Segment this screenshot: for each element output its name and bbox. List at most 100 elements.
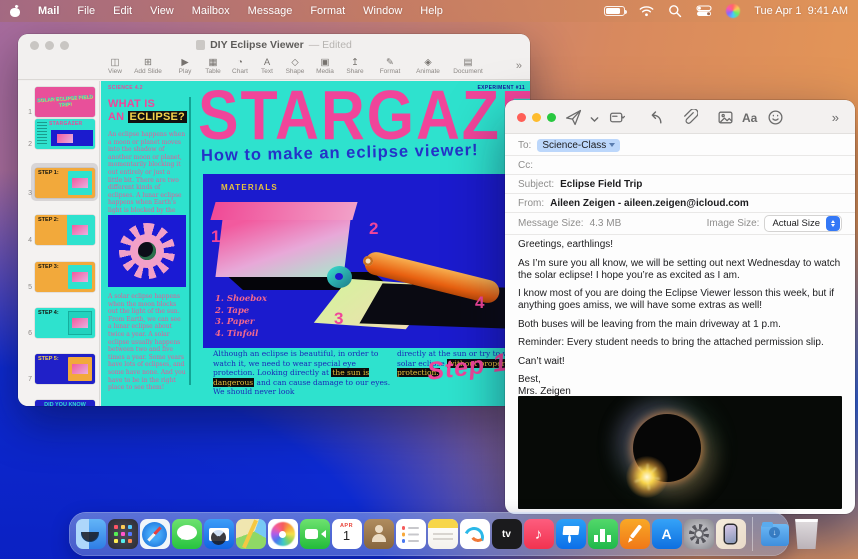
document-icon: ▤ [464, 57, 473, 68]
siri-icon[interactable] [726, 4, 740, 18]
dock-system-settings[interactable] [684, 519, 714, 549]
to-field[interactable]: To: Science-Class [505, 135, 855, 156]
slide-thumbnail-8[interactable]: DID YOU KNOW [35, 400, 95, 406]
toolbar-overflow-chevron[interactable]: » [832, 110, 839, 125]
close-button[interactable] [30, 41, 39, 50]
dock-keynote[interactable] [556, 519, 586, 549]
menu-item-message[interactable]: Message [248, 5, 293, 17]
dock-freeform[interactable] [460, 519, 490, 549]
slide-row-5[interactable]: 5STEP 3: [18, 262, 95, 292]
dock-launchpad[interactable] [108, 519, 138, 549]
menu-item-view[interactable]: View [150, 5, 174, 17]
dock-app-store[interactable]: A [652, 519, 682, 549]
document-button[interactable]: ▤Document [445, 57, 491, 75]
menu-item-mailbox[interactable]: Mailbox [192, 5, 230, 17]
send-button[interactable] [565, 109, 582, 126]
dock-facetime[interactable] [300, 519, 330, 549]
slide-thumbnail-1[interactable]: SOLAR ECLIPSE FIELD TRIP! [35, 87, 95, 117]
slide-row-8[interactable]: 8DID YOU KNOW [18, 400, 95, 406]
dock-maps[interactable] [236, 519, 266, 549]
figure-number-1: 1 [211, 227, 220, 247]
mail-toolbar[interactable]: Aa » [505, 100, 855, 134]
slide-row-7[interactable]: 7STEP 5: [18, 354, 95, 384]
minimize-button[interactable] [532, 113, 541, 122]
cc-field[interactable]: Cc: [505, 156, 855, 175]
slide-thumbnail-5[interactable]: STEP 3: [35, 262, 95, 292]
slide-row-3[interactable]: 3STEP 1: [18, 168, 95, 198]
window-title: DIY Eclipse Viewer [210, 39, 304, 51]
eclipse-flare [626, 456, 668, 498]
insert-photo-button[interactable] [717, 109, 734, 126]
dock-reminders[interactable] [396, 519, 426, 549]
menu-item-window[interactable]: Window [363, 5, 402, 17]
slide-row-2[interactable]: 2STARGAZER [18, 119, 95, 149]
control-center-icon[interactable] [696, 5, 712, 17]
menu-item-file[interactable]: File [77, 5, 95, 17]
dock-safari[interactable] [140, 519, 170, 549]
recipient-token[interactable]: Science-Class [537, 139, 620, 152]
chevron-down-icon [609, 143, 615, 147]
menu-item-format[interactable]: Format [310, 5, 345, 17]
slide-thumbnail-4[interactable]: STEP 2: [35, 215, 95, 245]
wifi-icon[interactable] [639, 5, 654, 17]
slide-row-1[interactable]: 1SOLAR ECLIPSE FIELD TRIP! [18, 87, 95, 117]
attach-paperclip-button[interactable] [681, 109, 698, 126]
menu-item-mail-app[interactable]: Mail [38, 5, 59, 17]
slide-thumbnail-3[interactable]: STEP 1: [35, 168, 95, 198]
minimize-button[interactable] [45, 41, 54, 50]
battery-icon[interactable] [604, 6, 625, 16]
materials-heading: MATERIALS [221, 183, 278, 192]
apple-menu-icon[interactable] [10, 5, 20, 17]
eclipse-attachment-image[interactable] [518, 396, 842, 509]
keynote-title-bar[interactable]: DIY Eclipse Viewer — Edited [18, 34, 530, 56]
dock-trash[interactable] [792, 519, 822, 549]
menu-item-help[interactable]: Help [420, 5, 443, 17]
slide-thumbnail-7[interactable]: STEP 5: [35, 354, 95, 384]
send-options-chevron-icon[interactable] [586, 112, 603, 129]
safety-text-left: Although an eclipse is beautiful, in ord… [213, 349, 393, 397]
dock-downloads-folder[interactable]: ↓ [760, 519, 790, 549]
dock-calendar[interactable]: APR1 [332, 519, 362, 549]
dock-pages[interactable] [620, 519, 650, 549]
format-button[interactable]: Aa [742, 111, 759, 128]
from-field[interactable]: From: Aileen Zeigen - aileen.zeigen@iclo… [505, 194, 855, 213]
keynote-window: DIY Eclipse Viewer — Edited ◫View ⊞Add S… [18, 34, 530, 406]
dock-apple-tv[interactable]: tv [492, 519, 522, 549]
slide-thumbnail-6[interactable]: STEP 4: [35, 308, 95, 338]
close-button[interactable] [517, 113, 526, 122]
reply-arrow-icon[interactable] [647, 109, 664, 126]
slide-row-6[interactable]: 6STEP 4: [18, 308, 95, 338]
dock-numbers[interactable] [588, 519, 618, 549]
slide-row-4[interactable]: 4STEP 2: [18, 215, 95, 245]
play-icon: ▶ [181, 57, 188, 68]
image-size-select[interactable]: Actual Size [764, 215, 842, 232]
thumb-image [68, 357, 92, 381]
figure-number-2: 2 [369, 219, 378, 239]
dock-notes[interactable] [428, 519, 458, 549]
subject-field[interactable]: Subject: Eclipse Field Trip [505, 175, 855, 194]
dock-contacts[interactable] [364, 519, 394, 549]
slide-thumbnail-2[interactable]: STARGAZER [35, 119, 95, 149]
share-icon: ↥ [351, 57, 359, 68]
sidebar-icon: ◫ [111, 57, 120, 68]
menu-item-edit[interactable]: Edit [113, 5, 132, 17]
menu-bar-clock[interactable]: Tue Apr 1 9:41 AM [754, 5, 848, 17]
dock-messages[interactable] [172, 519, 202, 549]
dock-iphone-mirroring[interactable] [716, 519, 746, 549]
zoom-button[interactable] [547, 113, 556, 122]
message-body[interactable]: Greetings, earthlings! As I’m sure you a… [518, 239, 842, 398]
header-fields-button[interactable] [609, 109, 626, 126]
dock-photos[interactable] [268, 519, 298, 549]
dock-music[interactable]: ♪ [524, 519, 554, 549]
slide-canvas[interactable]: SCIENCE 4.2 EXPERIMENT #11 WHAT IS AN EC… [101, 81, 530, 406]
emoji-button[interactable] [767, 109, 784, 126]
dock-mail[interactable] [204, 519, 234, 549]
document-proxy-icon[interactable] [196, 40, 205, 50]
spotlight-search-icon[interactable] [668, 4, 682, 18]
body-paragraph: Greetings, earthlings! [518, 239, 842, 251]
toolbar-overflow-chevron[interactable]: » [516, 60, 522, 72]
thumb-image [68, 311, 92, 335]
zoom-button[interactable] [60, 41, 69, 50]
dock-finder[interactable] [76, 519, 106, 549]
materials-panel: MATERIALS 1. Shoebox 2. Tape 3. Paper 4.… [203, 174, 530, 348]
